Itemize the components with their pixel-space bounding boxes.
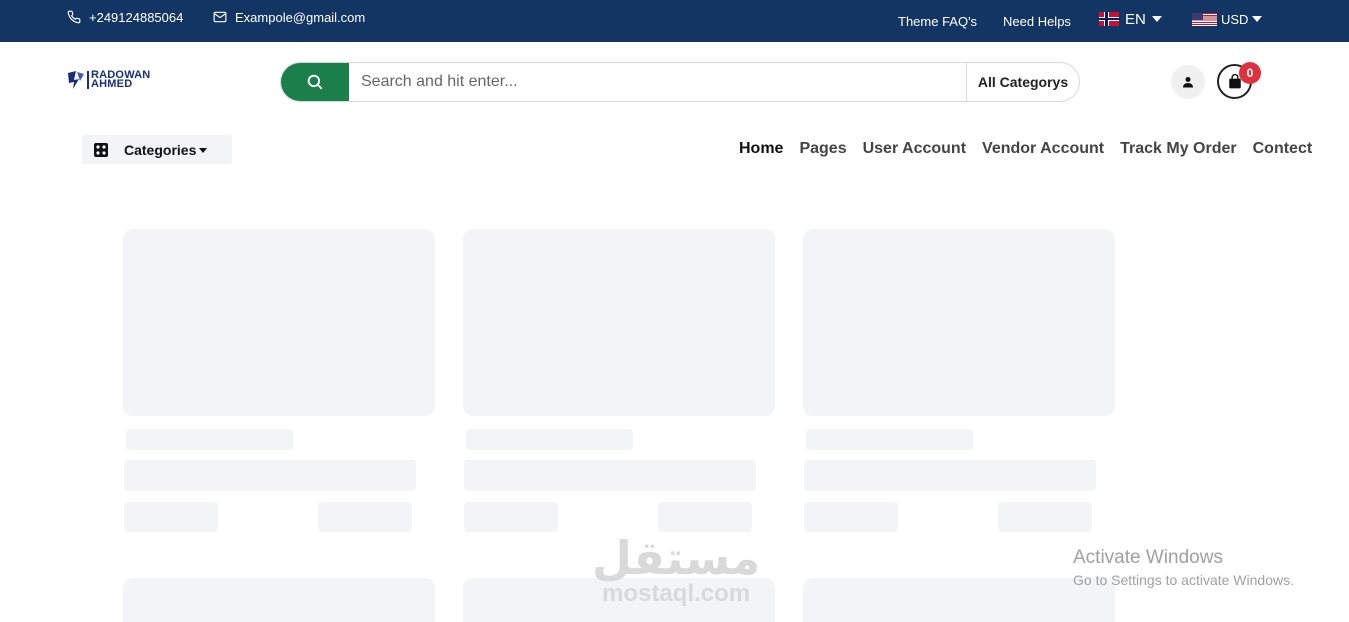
watermark-arabic: مستقل bbox=[592, 531, 761, 585]
nav-item-contact[interactable]: Contect bbox=[1253, 140, 1313, 158]
activate-windows-title: Activate Windows bbox=[1073, 547, 1223, 568]
search-icon bbox=[307, 74, 323, 90]
mostaql-watermark: مستقل mostaql.com bbox=[592, 535, 760, 607]
skeleton-card-image bbox=[803, 578, 1115, 622]
skeleton-line bbox=[318, 502, 412, 532]
skeleton-line bbox=[806, 429, 973, 450]
caret-down-icon bbox=[199, 148, 208, 154]
skeleton-line bbox=[124, 460, 416, 491]
email-address: Exampole@gmail.com bbox=[235, 9, 366, 25]
main-nav: Home Pages User Account Vendor Account T… bbox=[739, 140, 1312, 158]
skeleton-card-image bbox=[123, 578, 435, 622]
faq-link[interactable]: Theme FAQ's bbox=[898, 4, 977, 38]
currency-label: USD bbox=[1221, 11, 1249, 27]
help-link[interactable]: Need Helps bbox=[1003, 4, 1071, 38]
site-logo[interactable]: RADOWAN AHMED bbox=[67, 70, 150, 90]
logo-text: RADOWAN AHMED bbox=[87, 70, 150, 90]
skeleton-line bbox=[126, 429, 293, 450]
phone-number: +249124885064 bbox=[89, 9, 184, 25]
search-input[interactable] bbox=[349, 63, 966, 101]
skeleton-line bbox=[658, 502, 752, 532]
currency-selector[interactable]: USD bbox=[1192, 2, 1263, 36]
categories-label: Categories bbox=[124, 142, 208, 158]
norway-flag-icon bbox=[1099, 12, 1119, 26]
search-category-select[interactable]: All Categorys bbox=[966, 63, 1079, 101]
search-button[interactable] bbox=[281, 63, 349, 101]
logo-mark-icon bbox=[68, 71, 84, 89]
skeleton-line bbox=[124, 502, 218, 532]
grid-icon bbox=[94, 142, 108, 157]
email-contact[interactable]: Exampole@gmail.com bbox=[213, 0, 365, 34]
skeleton-card-image bbox=[123, 229, 435, 416]
categories-dropdown-button[interactable]: Categories bbox=[82, 135, 232, 164]
cart-count-badge: 0 bbox=[1239, 62, 1261, 84]
activate-windows-notice: Activate Windows Go to Settings to activ… bbox=[1073, 547, 1294, 588]
faq-link-label: Theme FAQ's bbox=[898, 13, 978, 29]
nav-item-track-order[interactable]: Track My Order bbox=[1120, 140, 1237, 158]
skeleton-line bbox=[804, 460, 1096, 491]
skeleton-line bbox=[464, 460, 756, 491]
language-label: EN bbox=[1125, 10, 1146, 28]
logo-line-2: AHMED bbox=[91, 78, 133, 90]
skeleton-line bbox=[464, 502, 558, 532]
search-bar: All Categorys bbox=[280, 62, 1080, 102]
language-selector[interactable]: EN bbox=[1099, 2, 1162, 36]
nav-item-user-account[interactable]: User Account bbox=[863, 140, 966, 158]
phone-contact[interactable]: +249124885064 bbox=[67, 0, 183, 34]
nav-item-home[interactable]: Home bbox=[739, 140, 783, 158]
watermark-latin: mostaql.com bbox=[602, 580, 751, 607]
user-account-button[interactable] bbox=[1171, 65, 1205, 99]
skeleton-line bbox=[998, 502, 1092, 532]
skeleton-card-image bbox=[463, 229, 775, 416]
nav-item-pages[interactable]: Pages bbox=[799, 140, 846, 158]
activate-windows-subtitle: Go to Settings to activate Windows. bbox=[1073, 572, 1294, 588]
caret-down-icon bbox=[1151, 16, 1162, 22]
us-flag-icon bbox=[1192, 12, 1217, 26]
skeleton-line bbox=[804, 502, 898, 532]
help-link-label: Need Helps bbox=[1003, 13, 1071, 29]
mail-icon bbox=[213, 11, 227, 23]
skeleton-line bbox=[466, 429, 633, 450]
nav-item-vendor-account[interactable]: Vendor Account bbox=[982, 140, 1104, 158]
top-bar: +249124885064 Exampole@gmail.com Theme F… bbox=[0, 0, 1349, 42]
skeleton-card-image bbox=[803, 229, 1115, 416]
user-icon bbox=[1183, 77, 1193, 88]
phone-icon bbox=[67, 10, 81, 24]
caret-down-icon bbox=[1252, 16, 1263, 22]
